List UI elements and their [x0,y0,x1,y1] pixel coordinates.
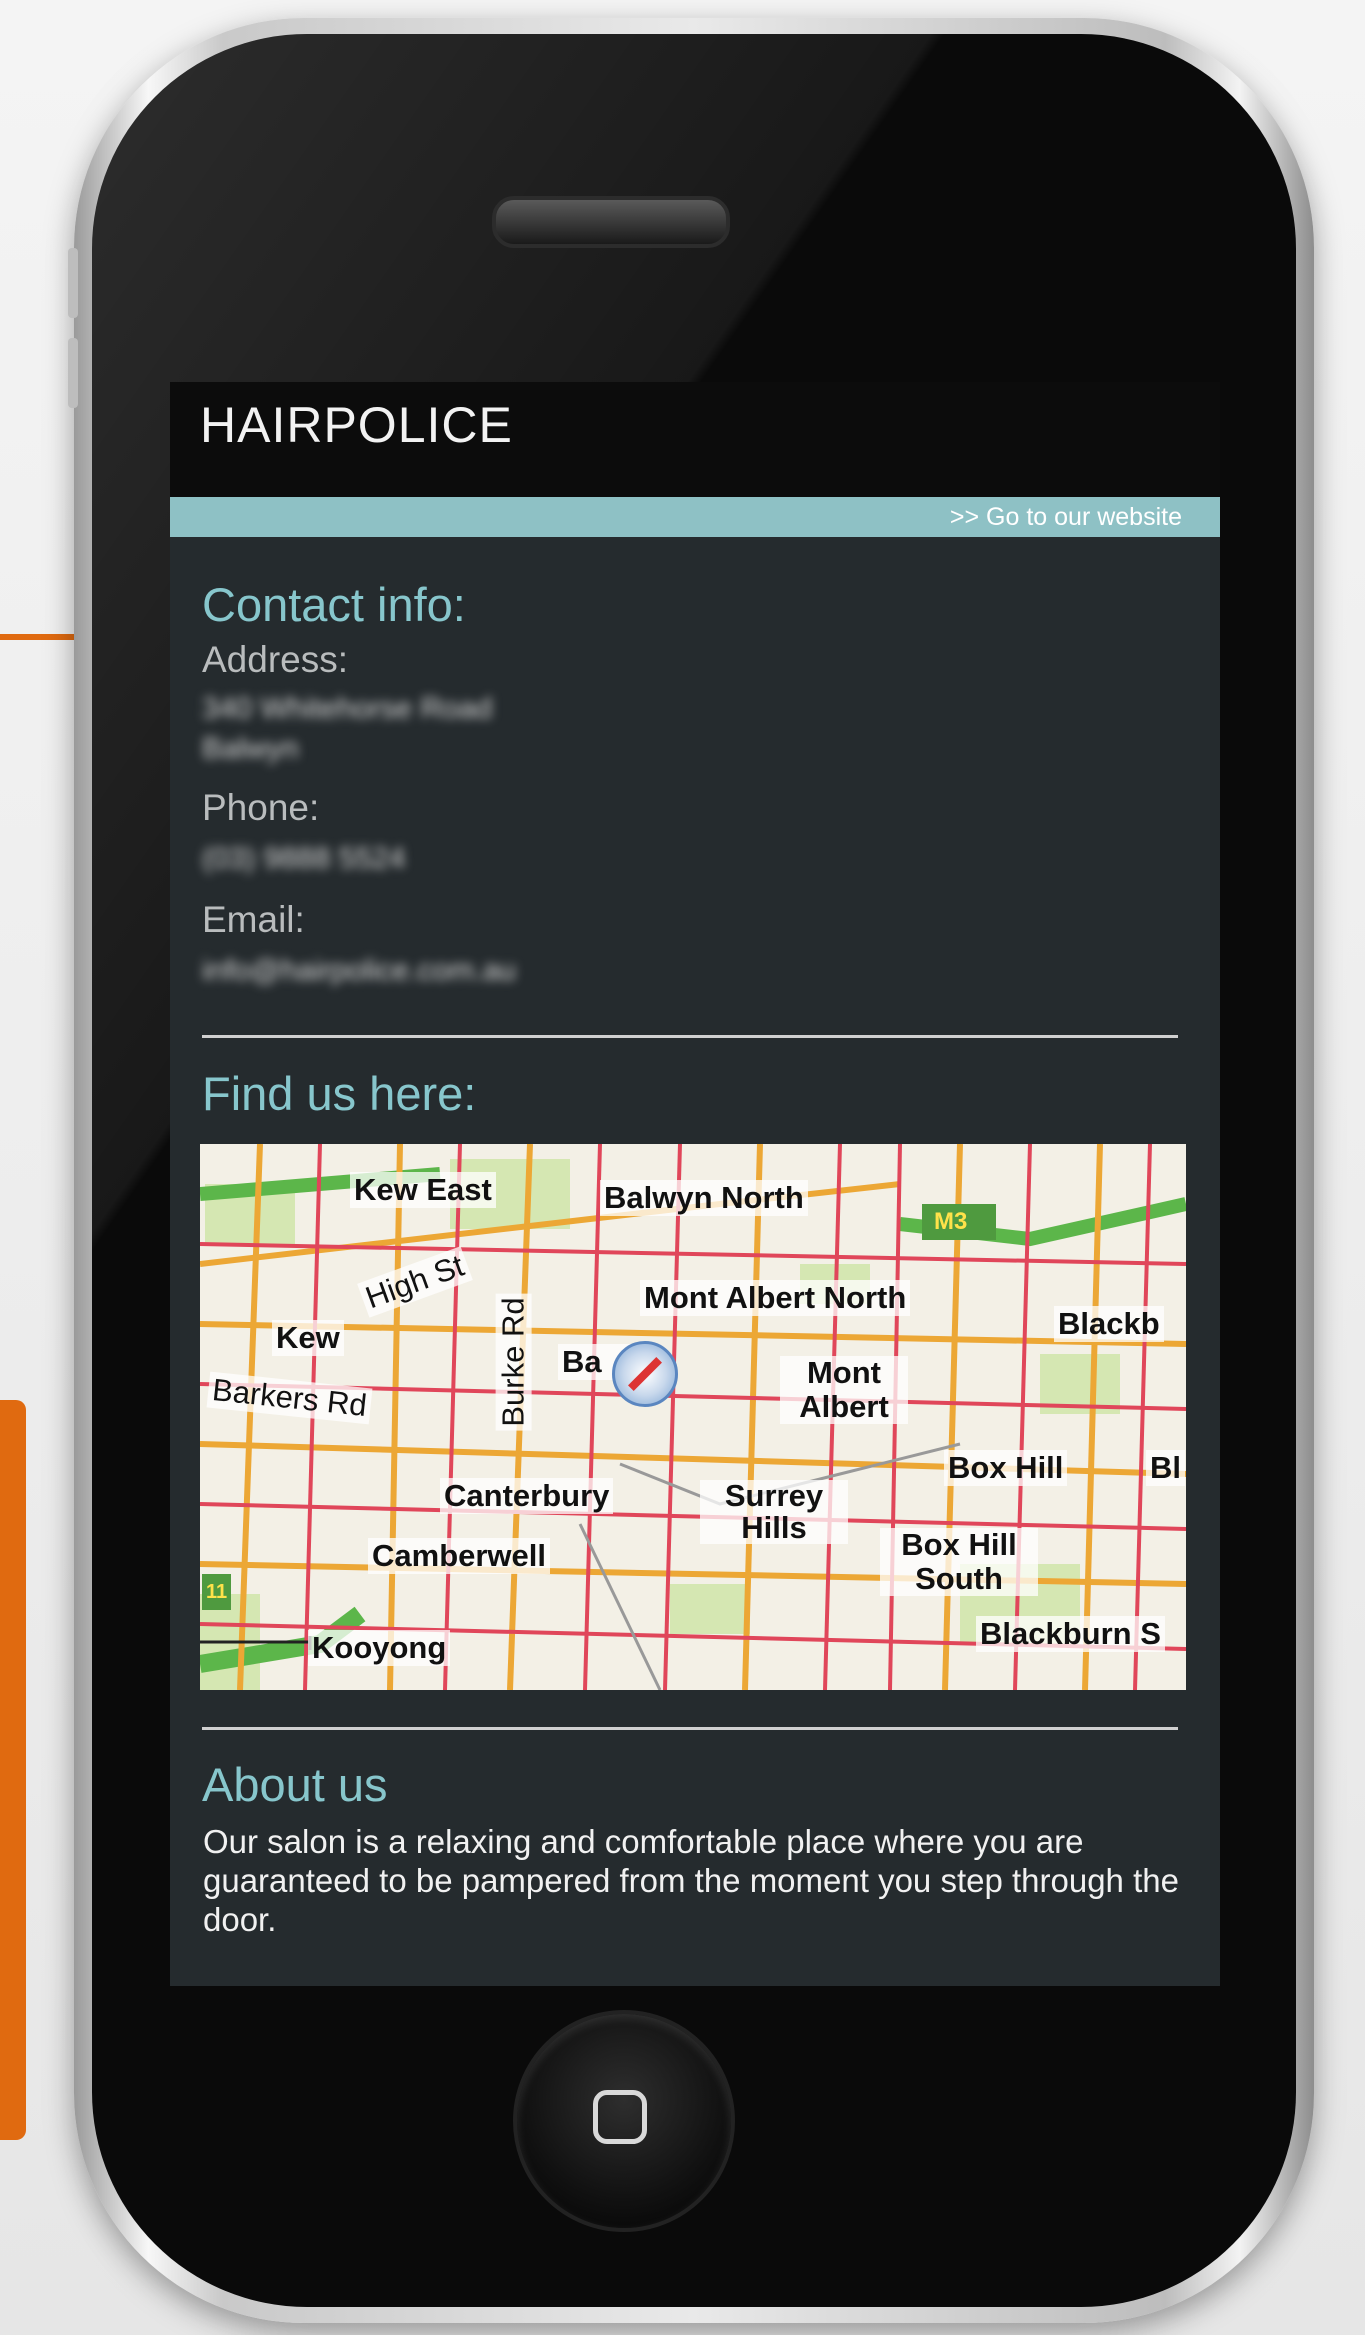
map-label-blackburn-s: Blackburn S [976,1616,1165,1652]
email-value[interactable]: info@hairpolice.com.au [202,954,516,988]
map-label-surrey-hills: Surrey Hills [700,1480,848,1544]
website-link-bar: >> Go to our website [170,497,1220,537]
home-button[interactable] [513,2010,735,2232]
callout-bar [0,1400,26,2140]
map-label-road-11: 11 [202,1574,232,1610]
map-label-m3: M3 [934,1208,968,1235]
go-to-website-link[interactable]: >> Go to our website [950,503,1182,532]
address-line-2: Balwyn [202,732,299,765]
app-title: HAIRPOLICE [200,397,513,453]
volume-button [68,248,78,318]
map-label-mont-albert: Mont Albert [780,1356,908,1424]
about-us-text: Our salon is a relaxing and comfortable … [203,1823,1179,1938]
home-square-icon [593,2090,647,2144]
phone-value[interactable]: (03) 9888 5524 [202,842,406,876]
map-location-pin-icon[interactable] [612,1341,678,1407]
map-label-box-hill: Box Hill [944,1450,1068,1486]
map-label-burke-rd: Burke Rd [495,1293,532,1431]
divider [202,1727,1178,1730]
speaker-grille [492,196,730,248]
map-label-mont-albert-north: Mont Albert North [640,1280,911,1316]
location-map[interactable]: Kew East Balwyn North M3 High St Mont Al… [200,1144,1186,1690]
map-label-box-hill-south: Box Hill South [880,1528,1038,1596]
map-label-bl: Bl [1146,1450,1185,1486]
map-label-camberwell: Camberwell [368,1538,551,1574]
map-label-blackburn: Blackb [1054,1306,1164,1342]
address-line-1: 340 Whitehorse Road [202,692,493,725]
map-label-kooyong: Kooyong [308,1630,451,1666]
phone-label: Phone: [202,787,320,828]
volume-button [68,338,78,408]
app-header: HAIRPOLICE [170,382,1220,497]
divider [202,1035,1178,1038]
about-us-heading: About us [202,1758,388,1811]
map-label-kew-east: Kew East [350,1172,496,1208]
email-label: Email: [202,899,305,940]
app-screen: HAIRPOLICE >> Go to our website Contact … [170,382,1220,1986]
map-label-kew: Kew [272,1320,344,1356]
contact-info-heading: Contact info: [202,578,466,631]
map-label-balwyn-north: Balwyn North [600,1180,808,1216]
find-us-heading: Find us here: [202,1067,477,1120]
map-label-canterbury: Canterbury [440,1478,614,1514]
address-label: Address: [202,639,349,680]
